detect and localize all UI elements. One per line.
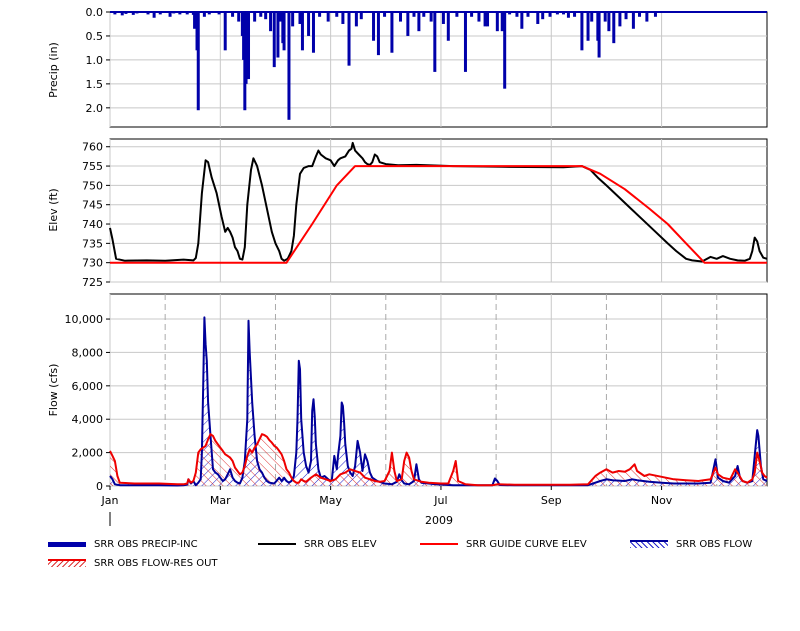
precip-panel-frame <box>109 11 768 128</box>
precip-bar <box>618 12 622 27</box>
precip-bar <box>272 12 276 68</box>
precip-bar <box>247 12 251 80</box>
xtick-label: May <box>319 494 342 507</box>
precip-bar <box>624 12 628 20</box>
year-label: 2009 <box>425 514 453 527</box>
precip-bar <box>645 12 649 22</box>
precip-bar <box>429 12 433 22</box>
precipitation-ytick-label: 0.5 <box>86 30 104 43</box>
legend-label-obs-elev: SRR OBS ELEV <box>304 538 377 550</box>
flow-ytick-label: 6,000 <box>72 380 104 393</box>
flow-ytick-label: 8,000 <box>72 346 104 359</box>
precip-bar <box>580 12 584 51</box>
flow-ytick-label: 10,000 <box>65 313 104 326</box>
precip-bar <box>311 12 315 53</box>
precip-bar <box>586 12 590 41</box>
precip-bar <box>406 12 410 36</box>
legend-label-precip: SRR OBS PRECIP-INC <box>94 538 198 550</box>
precip-bar <box>433 12 437 72</box>
precip-bar <box>607 12 611 32</box>
precip-bar <box>287 12 291 120</box>
precip-bar <box>359 12 363 20</box>
legend-item-guide-curve: SRR GUIDE CURVE ELEV <box>420 537 587 551</box>
legend-swatch-res-out <box>48 559 86 567</box>
flow-ytick-label: 2,000 <box>72 447 104 460</box>
legend-label-guide-curve: SRR GUIDE CURVE ELEV <box>466 538 587 550</box>
precip-bar <box>603 12 607 22</box>
flow-ytick-label: 4,000 <box>72 413 104 426</box>
precipitation-ytick-label: 1.5 <box>86 78 104 91</box>
precip-bar <box>376 12 380 56</box>
legend-swatch-obs-flow <box>630 540 668 548</box>
precip-bar <box>631 12 635 29</box>
precip-bar <box>463 12 467 72</box>
precip-bar <box>503 12 507 89</box>
precip-bar <box>341 12 345 24</box>
precipitation-ytick-label: 1.0 <box>86 54 104 67</box>
precip-bar <box>597 12 601 58</box>
precip-bar <box>269 12 273 32</box>
precipitation-ytick-label: 2.0 <box>86 102 104 115</box>
precip-bar <box>282 12 286 51</box>
precip-bar <box>390 12 394 53</box>
elev-panel-frame <box>109 138 768 283</box>
precip-bar <box>372 12 376 41</box>
xtick-label: Jan <box>101 494 119 507</box>
precip-bar <box>399 12 403 22</box>
xtick-label: Mar <box>210 494 231 507</box>
precip-bar <box>486 12 490 27</box>
precip-bar <box>291 12 295 27</box>
xtick-label: Jul <box>433 494 447 507</box>
elev-axis-title: Elev (ft) <box>47 188 60 231</box>
legend-item-res-out: SRR OBS FLOW-RES OUT <box>48 556 218 570</box>
chart-canvas: 0.0 0.5 1.0 1.5 2.0 725 730 735 740 745 750 755 760 0… <box>47 6 768 527</box>
precip-bar <box>300 12 304 51</box>
elevation-ytick-label: 760 <box>82 141 103 154</box>
elevation-ytick-label: 740 <box>82 218 103 231</box>
precip-bar <box>354 12 358 27</box>
precipitation-ytick-label: 0.0 <box>86 6 104 19</box>
precip-bar <box>612 12 616 44</box>
elevation-ytick-label: 725 <box>82 276 103 289</box>
flow-ytick-label: 0 <box>96 480 103 493</box>
precip-bar <box>326 12 330 22</box>
precip-bar <box>196 12 200 111</box>
precip-bar <box>536 12 540 24</box>
precip-bar <box>347 12 351 66</box>
precip-bar <box>307 12 311 36</box>
legend-item-obs-elev: SRR OBS ELEV <box>258 537 377 551</box>
precip-bar <box>417 12 421 32</box>
precip-bar <box>223 12 227 51</box>
legend-item-precip: SRR OBS PRECIP-INC <box>48 537 198 551</box>
precip-axis-title: Precip (in) <box>47 42 60 98</box>
precip-bar <box>590 12 594 22</box>
legend-label-obs-flow: SRR OBS FLOW <box>676 538 753 550</box>
chart-window: 0.0 0.5 1.0 1.5 2.0 725 730 735 740 745 750 755 760 0… <box>0 0 800 627</box>
legend-swatch-guide-curve <box>420 543 458 545</box>
precip-bar <box>477 12 481 22</box>
xtick-label: Sep <box>541 494 562 507</box>
precip-bar <box>253 12 257 22</box>
flow-axis-title: Flow (cfs) <box>47 364 60 417</box>
elevation-ytick-label: 745 <box>82 199 103 212</box>
elevation-ytick-label: 730 <box>82 257 103 270</box>
precip-bar <box>446 12 450 41</box>
elevation-ytick-label: 755 <box>82 160 103 173</box>
legend-item-obs-flow: SRR OBS FLOW <box>630 537 752 551</box>
legend-swatch-obs-elev <box>258 543 296 545</box>
precip-bar <box>441 12 445 24</box>
elevation-ytick-label: 750 <box>82 179 103 192</box>
xtick-label: Nov <box>651 494 673 507</box>
elevation-ytick-label: 735 <box>82 237 103 250</box>
precip-bar <box>264 12 268 20</box>
legend-swatch-precip <box>48 541 86 547</box>
precip-bar <box>520 12 524 29</box>
legend-label-res-out: SRR OBS FLOW-RES OUT <box>94 557 218 569</box>
precip-bar <box>495 12 499 32</box>
precip-bar <box>541 12 545 20</box>
precip-bar <box>237 12 241 22</box>
